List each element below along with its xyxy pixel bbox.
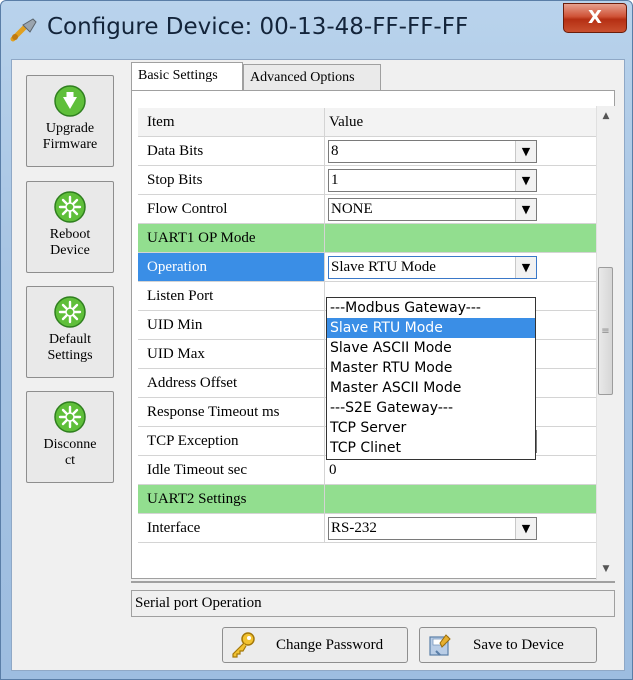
tab-advanced-options[interactable]: Advanced Options [243, 64, 381, 90]
row-item-label: Data Bits [138, 137, 325, 165]
table-row[interactable]: Stop Bits 1 ▼ [138, 166, 596, 195]
save-to-device-button[interactable]: Save to Device [419, 627, 597, 663]
row-item-label: UID Min [138, 311, 325, 339]
operation-select[interactable]: Slave RTU Mode ▼ [328, 256, 537, 279]
scroll-up-icon[interactable]: ▲ [597, 108, 615, 125]
dropdown-option[interactable]: TCP Server [327, 418, 535, 438]
row-item-label: Listen Port [138, 282, 325, 310]
combo-value: Slave RTU Mode [331, 259, 436, 275]
section-row-uart2-settings[interactable]: UART2 Settings [138, 485, 596, 514]
operation-dropdown-list: ---Modbus Gateway--- Slave RTU Mode Slav… [326, 297, 536, 460]
tab-basic-settings[interactable]: Basic Settings [131, 62, 243, 90]
dropdown-option[interactable]: ---S2E Gateway--- [327, 398, 535, 418]
reboot-device-label-line1: Reboot [49, 227, 91, 242]
table-row[interactable]: Idle Timeout sec 0 [138, 456, 596, 485]
table-row[interactable]: Flow Control NONE ▼ [138, 195, 596, 224]
section-row-uart1-op-mode[interactable]: UART1 OP Mode [138, 224, 596, 253]
dropdown-option[interactable]: Slave ASCII Mode [327, 338, 535, 358]
row-item-label: Idle Timeout sec [138, 456, 325, 484]
row-item-label: Flow Control [138, 195, 325, 223]
data-bits-select[interactable]: 8 ▼ [328, 140, 537, 163]
disconnect-button[interactable]: Disconne ct [26, 391, 114, 483]
title-bar[interactable]: Configure Device: 00-13-48-FF-FF-FF X [1, 1, 632, 59]
row-item-label: TCP Exception [138, 427, 325, 455]
save-device-icon [429, 634, 451, 656]
configure-device-window: Configure Device: 00-13-48-FF-FF-FF X Up… [0, 0, 633, 680]
dropdown-option[interactable]: Master ASCII Mode [327, 378, 535, 398]
dropdown-arrow-icon[interactable]: ▼ [515, 141, 536, 162]
combo-value: 1 [331, 172, 339, 188]
stop-bits-select[interactable]: 1 ▼ [328, 169, 537, 192]
dropdown-arrow-icon[interactable]: ▼ [515, 170, 536, 191]
dropdown-arrow-icon[interactable]: ▼ [515, 518, 536, 539]
value-column-header: Value [325, 108, 596, 136]
table-row-selected[interactable]: Operation Slave RTU Mode ▼ [138, 253, 596, 282]
disconnect-label-line2: ct [64, 453, 76, 468]
interface-select[interactable]: RS-232 ▼ [328, 517, 537, 540]
default-settings-button[interactable]: Default Settings [26, 286, 114, 378]
change-password-label: Change Password [276, 637, 384, 653]
change-password-button[interactable]: Change Password [222, 627, 408, 663]
save-to-device-label: Save to Device [473, 637, 564, 653]
row-item-label: Interface [138, 514, 325, 542]
default-settings-label-line1: Default [49, 332, 91, 347]
disconnect-label-line1: Disconne [43, 437, 97, 452]
panel-divider [131, 581, 615, 583]
close-icon: X [588, 7, 602, 28]
row-item-label: Address Offset [138, 369, 325, 397]
upgrade-firmware-label-line1: Upgrade [45, 121, 95, 136]
wrench-screwdriver-icon [10, 18, 37, 42]
dropdown-option-selected[interactable]: Slave RTU Mode [327, 318, 535, 338]
combo-value: 8 [331, 143, 339, 159]
gear-burst-icon [54, 401, 86, 433]
section-label: UART1 OP Mode [138, 224, 325, 252]
grid-header-row: Item Value [138, 108, 596, 137]
item-column-header: Item [138, 108, 325, 136]
download-arrow-icon [54, 85, 86, 117]
window-title: Configure Device: 00-13-48-FF-FF-FF [47, 14, 469, 40]
table-row[interactable]: Data Bits 8 ▼ [138, 137, 596, 166]
upgrade-firmware-label-line2: Firmware [42, 137, 98, 152]
dropdown-option[interactable]: TCP Clinet [327, 438, 535, 458]
gear-burst-icon [54, 296, 86, 328]
scroll-down-icon[interactable]: ▼ [597, 561, 615, 578]
section-label: UART2 Settings [138, 485, 325, 513]
property-description: Serial port Operation [131, 590, 615, 617]
default-settings-label-line2: Settings [47, 348, 93, 363]
grid-scrollbar[interactable]: ▲ ≡ ▼ [596, 106, 615, 580]
row-item-label: Stop Bits [138, 166, 325, 194]
row-value[interactable]: 0 [325, 456, 596, 484]
row-item-label: Operation [138, 253, 325, 281]
reboot-device-label-line2: Device [50, 243, 90, 258]
dropdown-option[interactable]: Master RTU Mode [327, 358, 535, 378]
dropdown-arrow-icon[interactable]: ▼ [515, 199, 536, 220]
combo-value: NONE [331, 201, 373, 217]
row-item-label: UID Max [138, 340, 325, 368]
close-button[interactable]: X [563, 3, 627, 33]
section-value [325, 485, 596, 513]
reboot-device-button[interactable]: Reboot Device [26, 181, 114, 273]
table-row[interactable]: Interface RS-232 ▼ [138, 514, 596, 543]
scrollbar-thumb[interactable]: ≡ [598, 267, 613, 395]
row-item-label: Response Timeout ms [138, 398, 325, 426]
upgrade-firmware-button[interactable]: Upgrade Firmware [26, 75, 114, 167]
section-value [325, 224, 596, 252]
dropdown-option[interactable]: ---Modbus Gateway--- [327, 298, 535, 318]
gear-burst-icon [54, 191, 86, 223]
key-icon [232, 632, 255, 658]
dropdown-arrow-icon[interactable]: ▼ [515, 257, 536, 278]
flow-control-select[interactable]: NONE ▼ [328, 198, 537, 221]
combo-value: RS-232 [331, 520, 377, 536]
